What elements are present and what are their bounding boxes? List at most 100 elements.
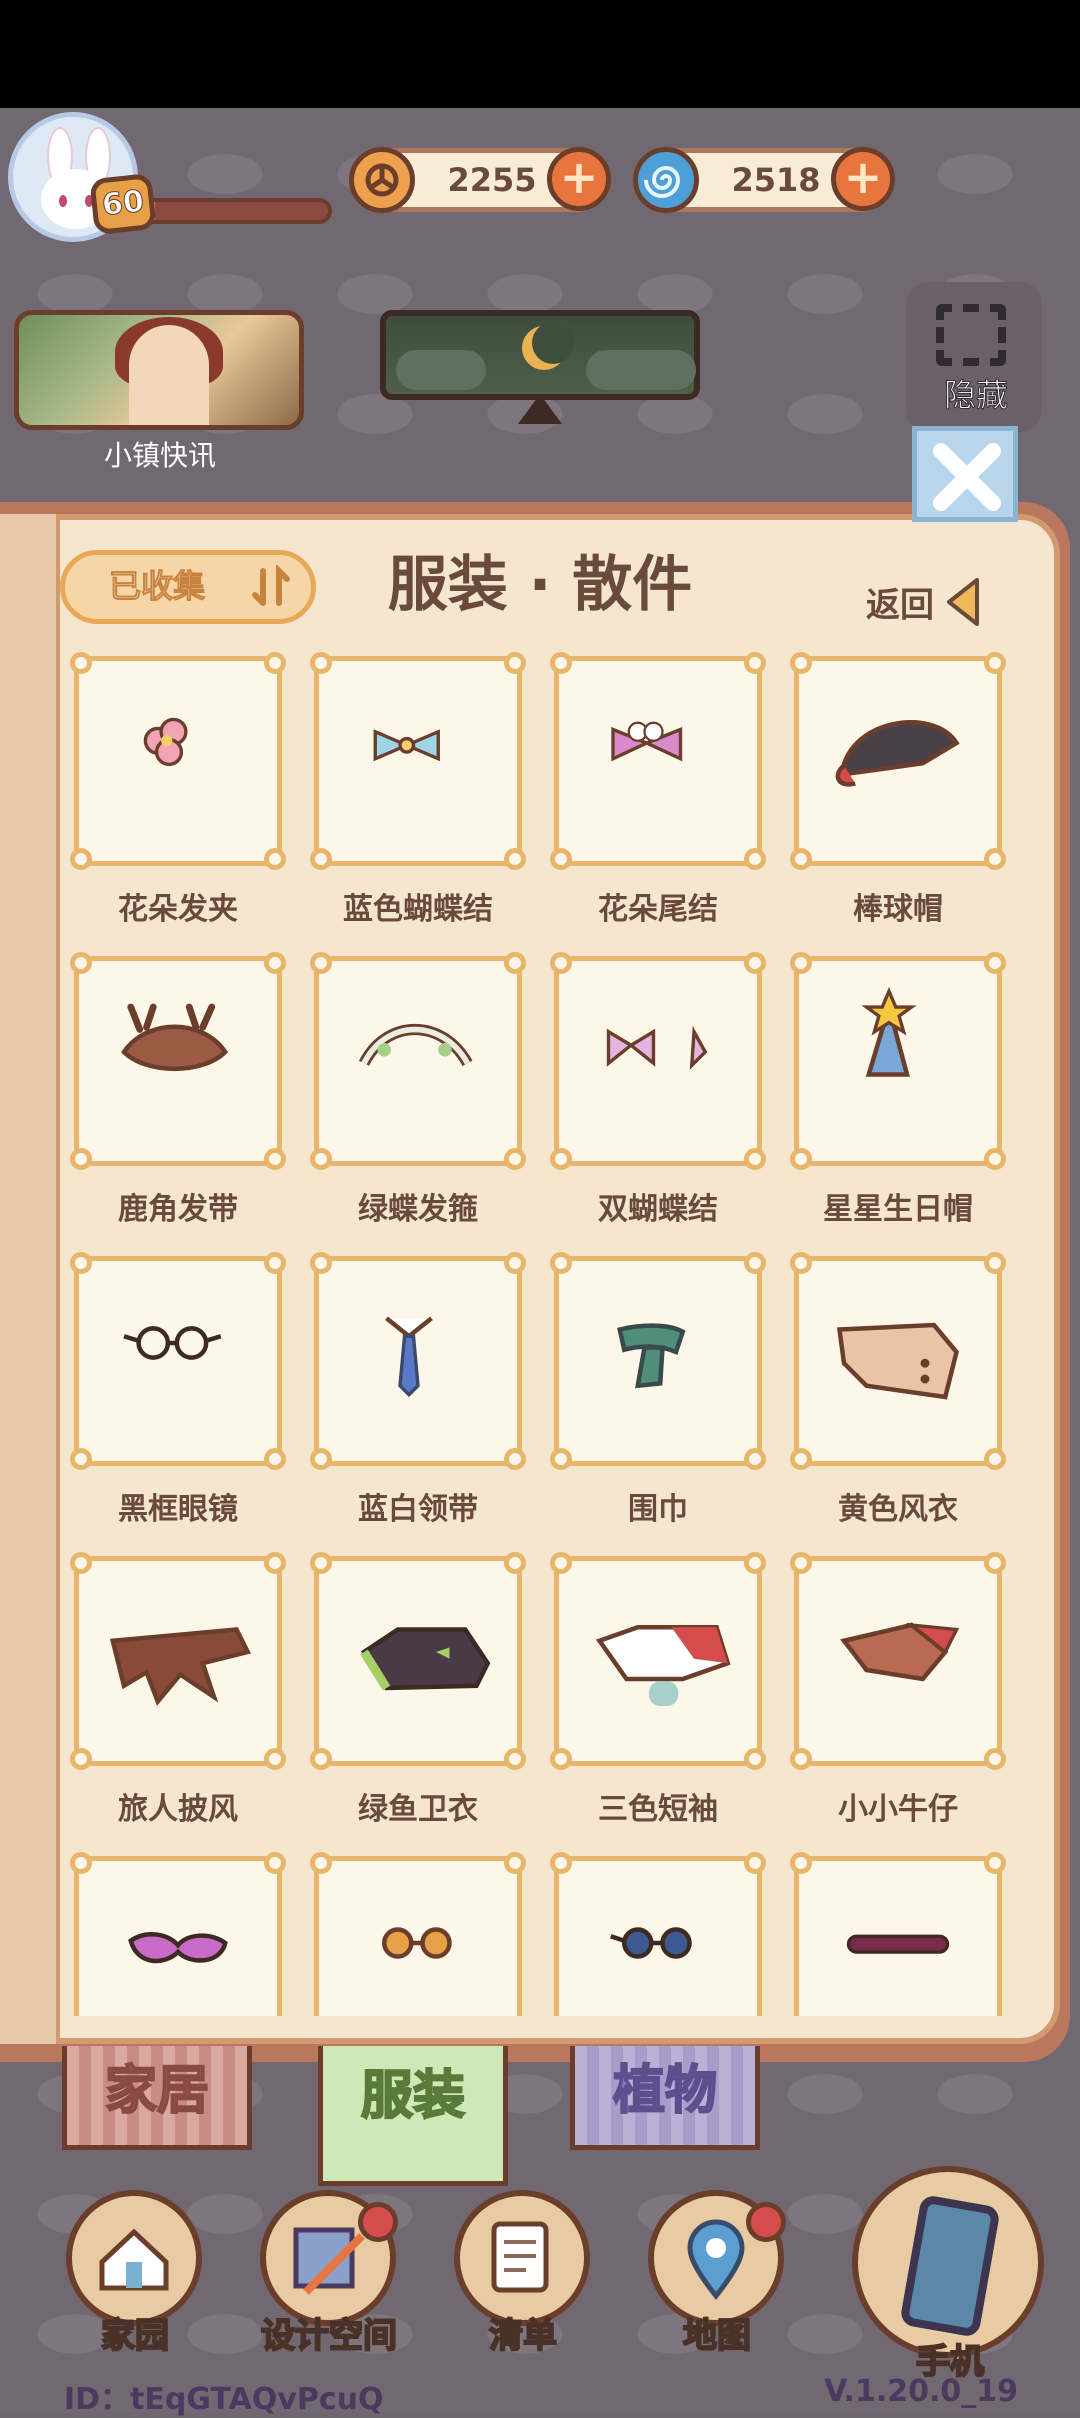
item-card[interactable]: 三色短袖 (546, 1550, 766, 1850)
item-card[interactable]: 旅人披风 (66, 1550, 286, 1850)
town-news-thumbnail[interactable] (14, 310, 304, 430)
nav-design-button[interactable]: 设计空间 (254, 2190, 404, 2357)
item-frame (550, 1552, 766, 1770)
item-name: 花朵发夹 (118, 892, 238, 927)
close-button[interactable] (912, 426, 1018, 522)
house-icon (66, 2190, 202, 2326)
version-label: V.1.20.0_19 (824, 2374, 1018, 2409)
coin-icon (349, 147, 415, 213)
nav-design-label: 设计空间 (260, 2315, 398, 2357)
item-frame (310, 1852, 526, 2016)
level-badge: 60 (89, 172, 157, 236)
item-frame (70, 652, 286, 870)
collected-filter-label: 已收集 (108, 567, 206, 606)
item-frame (550, 1852, 766, 2016)
item-name: 蓝白领带 (358, 1492, 478, 1527)
item-frame (70, 1852, 286, 2016)
add-gems-button[interactable]: + (831, 147, 895, 211)
status-bar (0, 0, 1080, 108)
baseball-cap-icon (835, 720, 960, 787)
item-name: 双蝴蝶结 (598, 1192, 718, 1227)
traveler-cape-icon (109, 1627, 252, 1706)
fullscreen-frame-icon (936, 304, 1006, 366)
item-card[interactable]: 鹿角发带 (66, 950, 286, 1250)
item-name: 绿蝶发箍 (358, 1192, 478, 1227)
item-name: 黑框眼镜 (118, 1492, 238, 1527)
nav-map-label: 地图 (682, 2315, 752, 2357)
tab-clothes[interactable]: 服装 (318, 2046, 508, 2186)
yellow-trenchcoat-icon (836, 1322, 959, 1400)
item-card[interactable]: 蓝白领带 (306, 1250, 526, 1550)
tricolor-tshirt-icon (595, 1625, 731, 1706)
tab-home[interactable]: 家居 (62, 2046, 252, 2150)
tab-plants[interactable]: 植物 (570, 2046, 760, 2150)
item-card[interactable]: 花朵发夹 (66, 650, 286, 950)
user-id-label: ID：tEqGTAQvPcuQ (64, 2382, 384, 2417)
nav-home-button[interactable]: 家园 (60, 2190, 210, 2357)
item-name: 星星生日帽 (823, 1192, 973, 1227)
item-frame (550, 1252, 766, 1470)
green-butterfly-headband-icon (358, 1024, 473, 1067)
item-frame (790, 1252, 1006, 1470)
black-frame-glasses-icon (123, 1326, 222, 1360)
item-card[interactable] (786, 1850, 1006, 2016)
item-card[interactable]: 黑框眼镜 (66, 1250, 286, 1550)
scarf-icon (617, 1323, 686, 1389)
item-name: 蓝色蝴蝶结 (343, 892, 493, 927)
coin-value: 2255 (447, 161, 537, 199)
item-card[interactable] (546, 1850, 766, 2016)
green-fish-hoodie-icon (360, 1627, 491, 1691)
item-card[interactable]: 小小牛仔 (786, 1550, 1006, 1850)
back-button[interactable]: 返回 (866, 576, 983, 628)
item-frame (790, 1852, 1006, 2016)
flower-tail-bow-icon (611, 721, 683, 762)
blue-white-tie-icon (385, 1316, 433, 1398)
back-label: 返回 (866, 585, 934, 626)
item-card[interactable]: 围巾 (546, 1250, 766, 1550)
spiral-gem-icon (633, 147, 699, 213)
item-card[interactable]: 星星生日帽 (786, 950, 1006, 1250)
item-name: 棒球帽 (853, 892, 943, 927)
nav-home-label: 家园 (100, 2315, 170, 2357)
collected-filter-button[interactable]: 已收集 (60, 550, 316, 624)
item-frame (790, 952, 1006, 1170)
notification-dot (746, 2202, 786, 2242)
item-name: 鹿角发带 (118, 1192, 238, 1227)
item-name: 花朵尾结 (598, 892, 718, 927)
item-frame (310, 1552, 526, 1770)
add-coins-button[interactable]: + (547, 147, 611, 211)
item-frame (550, 952, 766, 1170)
nav-list-button[interactable]: 清单 (448, 2190, 598, 2357)
item-frame (310, 952, 526, 1170)
antler-headband-icon (121, 1003, 229, 1071)
town-news-label: 小镇快讯 (103, 439, 216, 472)
item-frame (790, 652, 1006, 870)
phone-icon (899, 2194, 1001, 2338)
close-icon (933, 443, 1001, 511)
item-name: 小小牛仔 (838, 1792, 958, 1827)
item-card[interactable]: 棒球帽 (786, 650, 1006, 950)
item-card[interactable]: 蓝色蝴蝶结 (306, 650, 526, 950)
item-card[interactable]: 绿蝶发箍 (306, 950, 526, 1250)
xp-progress-bar (140, 198, 332, 224)
item-name: 黄色风衣 (838, 1492, 958, 1527)
sort-icon (252, 565, 290, 606)
item-card[interactable]: 黄色风衣 (786, 1250, 1006, 1550)
item-card[interactable]: 双蝴蝶结 (546, 950, 766, 1250)
item-card[interactable]: 花朵尾结 (546, 650, 766, 950)
nav-map-button[interactable]: 地图 (642, 2190, 792, 2357)
moon-icon (522, 322, 574, 370)
item-frame (70, 952, 286, 1170)
item-card[interactable] (306, 1850, 526, 2016)
item-frame (550, 652, 766, 870)
nav-phone-button[interactable] (852, 2166, 1044, 2358)
item-card[interactable] (66, 1850, 286, 2016)
item-frame (70, 1552, 286, 1770)
nav-list-label: 清单 (488, 2315, 558, 2357)
item-frame (310, 652, 526, 870)
item-card[interactable]: 绿鱼卫衣 (306, 1550, 526, 1850)
slim-glasses-icon (846, 1934, 950, 1954)
tab-home-label: 家居 (104, 2060, 210, 2122)
notification-dot (358, 2202, 398, 2242)
coin-counter: 2255 + (349, 147, 611, 213)
